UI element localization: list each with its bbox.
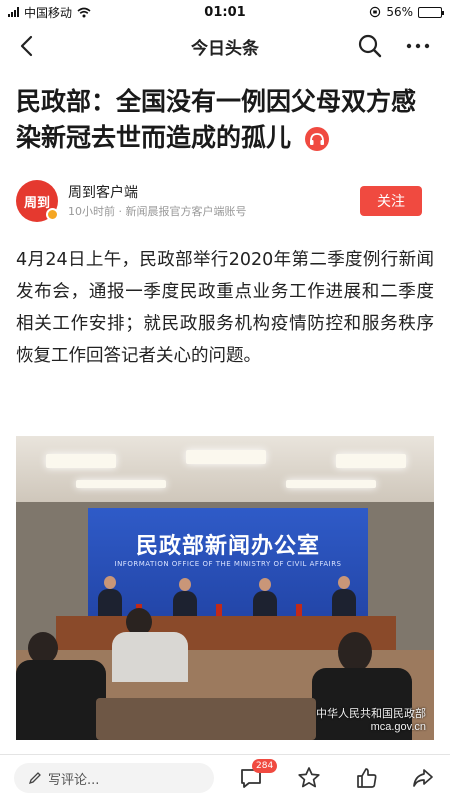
- article-photo[interactable]: 民政部新闻办公室 INFORMATION OFFICE OF THE MINIS…: [16, 436, 434, 740]
- speaker: [173, 591, 197, 619]
- bottom-action-bar: 写评论... 284: [0, 754, 450, 800]
- photo-watermark: 中华人民共和国民政部 mca.gov.cn: [316, 708, 426, 734]
- search-icon[interactable]: [356, 32, 384, 60]
- star-icon[interactable]: [296, 765, 322, 791]
- speaker: [253, 591, 277, 619]
- battery-icon: [418, 6, 444, 18]
- comment-placeholder: 写评论...: [48, 772, 100, 788]
- signal-icon: [8, 7, 19, 17]
- ceiling-light: [286, 480, 376, 488]
- audience-member: [112, 632, 188, 682]
- like-icon[interactable]: [354, 765, 380, 791]
- wifi-icon: [77, 7, 91, 17]
- comment-count-badge: 284: [252, 759, 278, 773]
- flag: [216, 604, 222, 616]
- share-icon[interactable]: [410, 765, 436, 791]
- avatar-text: 周到: [23, 195, 50, 211]
- audience-head: [338, 632, 372, 672]
- article-body: 4月24日上午，民政部举行2020年第二季度例行新闻发布会，通报一季度民政重点业…: [16, 250, 434, 366]
- desk-row: [96, 698, 316, 740]
- speaker-head: [179, 578, 191, 591]
- watermark-line2: mca.gov.cn: [370, 721, 426, 733]
- article-headline: 民政部：全国没有一例因父母双方感染新冠去世而造成的孤儿: [16, 84, 436, 156]
- speaker-head: [259, 578, 271, 591]
- author-row: 周到 周到客户端 10小时前 · 新闻晨报官方客户端账号 关注: [16, 178, 436, 226]
- status-bar: 中国移动 01:01 56%: [0, 0, 450, 24]
- watermark-line1: 中华人民共和国民政部: [316, 708, 426, 720]
- ceiling-light: [76, 480, 166, 488]
- verified-badge-icon: [46, 208, 59, 221]
- ceiling-light: [46, 454, 116, 468]
- speaker-head: [104, 576, 116, 589]
- speaker: [98, 589, 122, 617]
- backdrop-subtitle: INFORMATION OFFICE OF THE MINISTRY OF CI…: [114, 560, 342, 568]
- comment-input[interactable]: 写评论...: [14, 763, 214, 793]
- flag: [296, 604, 302, 616]
- status-time: 01:01: [204, 4, 246, 20]
- speaker-head: [338, 576, 350, 589]
- follow-button[interactable]: 关注: [360, 186, 422, 216]
- status-right: 56%: [282, 5, 444, 19]
- headline-text: 民政部：全国没有一例因父母双方感染新冠去世而造成的孤儿: [16, 87, 417, 152]
- audience-member: [16, 660, 106, 740]
- carrier-label: 中国移动: [24, 5, 73, 20]
- status-left: 中国移动: [8, 4, 168, 21]
- ceiling-light: [186, 450, 266, 464]
- back-arrow-icon[interactable]: [14, 32, 42, 60]
- orientation-lock-icon: [370, 6, 381, 18]
- author-meta: 10小时前 · 新闻晨报官方客户端账号: [68, 205, 247, 218]
- speaker: [332, 589, 356, 617]
- listen-icon[interactable]: [304, 126, 330, 152]
- battery-percent: 56%: [386, 5, 413, 19]
- backdrop-title: 民政部新闻办公室: [135, 534, 320, 559]
- pencil-icon: [28, 772, 41, 785]
- author-name[interactable]: 周到客户端: [68, 182, 138, 202]
- ceiling-light: [336, 454, 406, 468]
- more-icon[interactable]: [404, 32, 432, 60]
- nav-bar: 今日头条: [0, 26, 450, 66]
- photo-ceiling: [16, 436, 434, 502]
